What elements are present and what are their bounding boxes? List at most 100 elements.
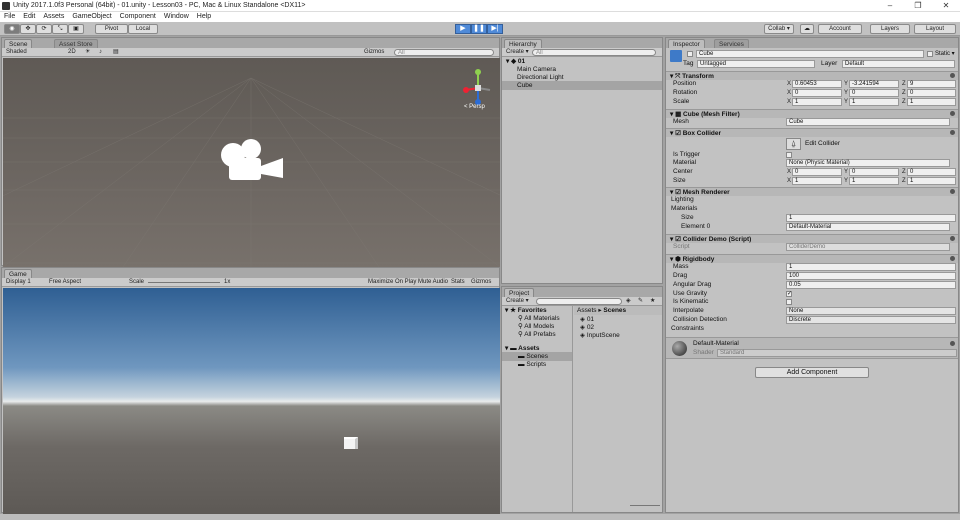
minimize-button[interactable]: –: [876, 0, 904, 12]
scene-gizmos-dropdown[interactable]: Gizmos: [364, 49, 384, 56]
transform-header[interactable]: ▾ ⤧ Transform: [666, 71, 958, 80]
game-viewport[interactable]: [3, 288, 500, 515]
materials-size-field[interactable]: 1: [786, 214, 956, 222]
move-tool-icon[interactable]: ✥: [20, 24, 36, 34]
edit-collider-button[interactable]: ⍙: [786, 138, 801, 150]
cube-object[interactable]: [344, 437, 358, 449]
layer-dropdown[interactable]: Default: [842, 60, 955, 68]
cloud-icon[interactable]: ☁: [800, 24, 814, 34]
static-checkbox[interactable]: [927, 51, 933, 57]
element0-field[interactable]: Default-Material: [786, 223, 950, 231]
center-x-field[interactable]: 0: [792, 168, 842, 176]
add-component-button[interactable]: Add Component: [755, 367, 869, 378]
rigidbody-header[interactable]: ▾ ⬢ Rigidbody: [666, 254, 958, 263]
pivot-toggle[interactable]: Pivot: [95, 24, 128, 34]
use-gravity-checkbox[interactable]: ✓: [786, 291, 792, 297]
size-y-field[interactable]: 1: [849, 177, 899, 185]
tab-inspector[interactable]: Inspector: [668, 39, 705, 48]
size-x-field[interactable]: 1: [792, 177, 842, 185]
menu-gameobject[interactable]: GameObject: [68, 12, 115, 22]
rotation-x-field[interactable]: 0: [792, 89, 842, 97]
rotation-y-field[interactable]: 0: [849, 89, 899, 97]
position-x-field[interactable]: 0.60453: [792, 80, 842, 88]
fav-all-prefabs[interactable]: ⚲ All Prefabs: [502, 330, 572, 339]
maximize-on-play-toggle[interactable]: Maximize On Play: [368, 279, 416, 286]
hierarchy-search-input[interactable]: All: [532, 49, 656, 56]
mesh-field[interactable]: Cube: [786, 118, 950, 126]
hierarchy-create-button[interactable]: Create ▾: [506, 49, 529, 56]
game-gizmos-dropdown[interactable]: Gizmos: [471, 279, 491, 286]
box-collider-header[interactable]: ▾ ☑ Box Collider: [666, 128, 958, 137]
object-name-field[interactable]: Cube: [696, 50, 924, 58]
play-button[interactable]: ▶: [455, 24, 471, 34]
shading-dropdown[interactable]: Shaded: [6, 49, 27, 56]
aspect-dropdown[interactable]: Free Aspect: [49, 279, 81, 286]
mode-2d-toggle[interactable]: 2D: [68, 49, 76, 56]
static-dropdown[interactable]: Static ▾: [935, 50, 955, 58]
audio-toggle-icon[interactable]: ♪: [99, 49, 102, 56]
active-checkbox[interactable]: [687, 51, 693, 57]
collab-dropdown[interactable]: Collab ▾: [764, 24, 794, 34]
hierarchy-item-cube[interactable]: Cube: [502, 81, 662, 90]
size-z-field[interactable]: 1: [907, 177, 956, 185]
layers-dropdown[interactable]: Layers: [870, 24, 910, 34]
mesh-renderer-header[interactable]: ▾ ☑ Mesh Renderer: [666, 187, 958, 196]
position-z-field[interactable]: 9: [907, 80, 956, 88]
scale-tool-icon[interactable]: ⤡: [52, 24, 68, 34]
gear-icon[interactable]: [950, 236, 955, 241]
menu-help[interactable]: Help: [193, 12, 215, 22]
scene-file-inputscene[interactable]: ◈ InputScene: [574, 331, 662, 340]
rotation-z-field[interactable]: 0: [907, 89, 956, 97]
maximize-button[interactable]: ❐: [904, 0, 932, 12]
is-trigger-checkbox[interactable]: [786, 152, 792, 158]
gear-icon[interactable]: [950, 130, 955, 135]
scene-viewport[interactable]: < Persp: [3, 58, 500, 302]
icon-size-slider[interactable]: [630, 505, 660, 506]
tab-project[interactable]: Project: [504, 288, 535, 297]
tab-services[interactable]: Services: [714, 39, 749, 48]
gear-icon[interactable]: [950, 256, 955, 261]
persp-label[interactable]: < Persp: [464, 104, 485, 110]
tab-asset-store[interactable]: Asset Store: [54, 39, 98, 48]
is-kinematic-checkbox[interactable]: [786, 299, 792, 305]
folder-scripts[interactable]: ▬ Scripts: [502, 360, 572, 369]
center-y-field[interactable]: 0: [849, 168, 899, 176]
menu-edit[interactable]: Edit: [19, 12, 39, 22]
menu-window[interactable]: Window: [160, 12, 193, 22]
scale-x-field[interactable]: 1: [792, 98, 842, 106]
scale-z-field[interactable]: 1: [907, 98, 956, 106]
effects-toggle-icon[interactable]: ▤: [113, 49, 119, 56]
tab-game[interactable]: Game: [4, 269, 32, 278]
rect-tool-icon[interactable]: ▣: [68, 24, 84, 34]
scale-slider[interactable]: [148, 282, 220, 283]
menu-assets[interactable]: Assets: [39, 12, 68, 22]
mute-audio-toggle[interactable]: Mute Audio: [418, 279, 448, 286]
scene-search-input[interactable]: All: [394, 49, 494, 56]
tab-hierarchy[interactable]: Hierarchy: [504, 39, 542, 48]
camera-gizmo-icon[interactable]: [217, 136, 287, 186]
position-y-field[interactable]: -3.241594: [849, 80, 899, 88]
account-dropdown[interactable]: Account: [818, 24, 862, 34]
gear-icon[interactable]: [950, 73, 955, 78]
gear-icon[interactable]: [950, 189, 955, 194]
breadcrumb-scenes[interactable]: Scenes: [603, 307, 626, 314]
stats-toggle[interactable]: Stats: [451, 279, 465, 286]
tab-scene[interactable]: Scene: [4, 39, 33, 48]
pause-button[interactable]: ❚❚: [471, 24, 487, 34]
rotate-tool-icon[interactable]: ⟳: [36, 24, 52, 34]
collider-demo-header[interactable]: ▾ ☑ Collider Demo (Script): [666, 234, 958, 243]
center-z-field[interactable]: 0: [907, 168, 956, 176]
project-search-input[interactable]: [536, 298, 622, 305]
layout-dropdown[interactable]: Layout: [914, 24, 956, 34]
mesh-filter-header[interactable]: ▾ ▦ Cube (Mesh Filter): [666, 109, 958, 118]
menu-file[interactable]: File: [0, 12, 19, 22]
close-button[interactable]: ✕: [932, 0, 960, 12]
project-create-button[interactable]: Create ▾: [506, 298, 529, 305]
collider-material-field[interactable]: None (Physic Material): [786, 159, 950, 167]
favorite-star-icon[interactable]: ★: [650, 298, 655, 305]
materials-foldout[interactable]: Materials: [671, 205, 697, 213]
collision-detection-dropdown[interactable]: Discrete: [786, 316, 956, 324]
interpolate-dropdown[interactable]: None: [786, 307, 956, 315]
filter-type-icon[interactable]: ◈: [626, 298, 631, 305]
shader-dropdown[interactable]: Standard: [717, 349, 957, 357]
